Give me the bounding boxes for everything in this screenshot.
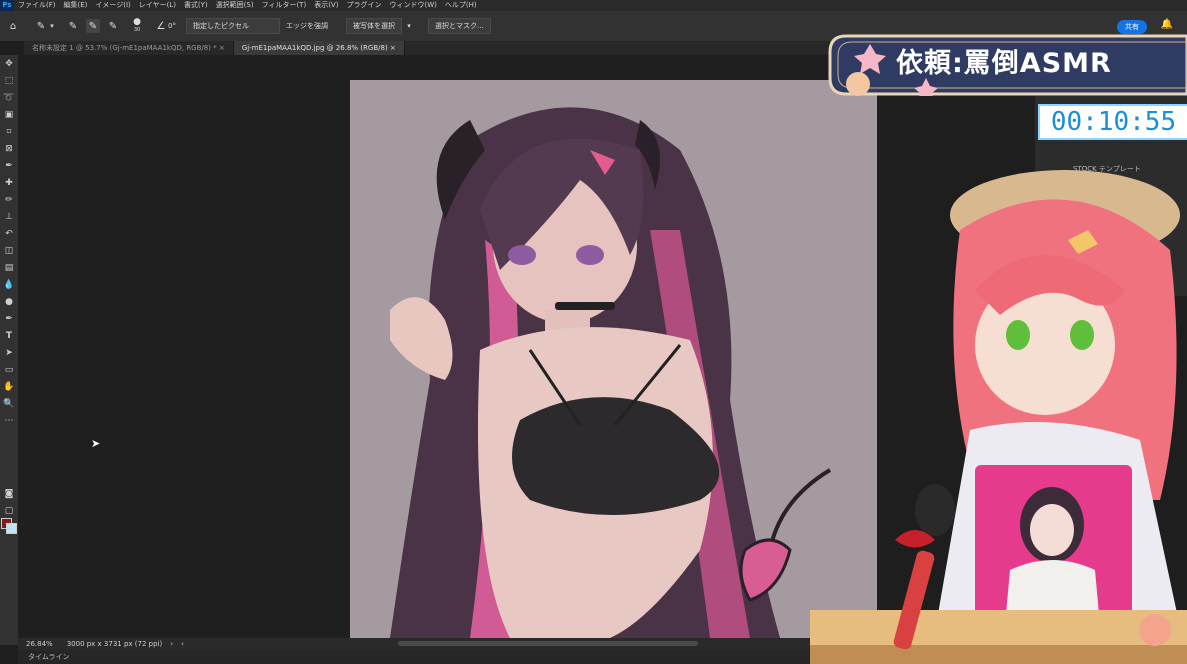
screen-mode-icon[interactable]: ▢: [0, 502, 18, 519]
menu-layer[interactable]: レイヤー(L): [135, 0, 180, 11]
mouse-cursor-icon: ➤: [91, 437, 101, 450]
path-select-tool-icon[interactable]: ➤: [0, 344, 18, 361]
menu-view[interactable]: 表示(V): [310, 0, 342, 11]
share-button[interactable]: 共有: [1117, 20, 1147, 34]
select-and-mask-button[interactable]: 選択とマスク...: [427, 18, 491, 34]
tab-image-jpg[interactable]: Gj-mE1paMAA1kQD.jpg @ 26.8% (RGB/8) ×: [233, 41, 405, 55]
eraser-tool-icon[interactable]: ◫: [0, 242, 18, 259]
tab-untitled-1[interactable]: 名称未設定 1 @ 53.7% (Gj-mE1paMAA1kQD, RGB/8)…: [24, 41, 234, 55]
scroll-left-icon[interactable]: ‹: [181, 640, 184, 648]
brush-tool-icon[interactable]: ✏: [0, 191, 18, 208]
add-to-selection-icon[interactable]: ✎: [86, 19, 100, 33]
home-icon[interactable]: ⌂: [6, 19, 20, 33]
brush-size-icon[interactable]: ● 30: [130, 18, 144, 34]
document-dimensions: 3000 px x 3731 px (72 ppi): [66, 640, 163, 648]
frame-tool-icon[interactable]: ⊠: [0, 140, 18, 157]
zoom-tool-icon[interactable]: 🔍: [0, 395, 18, 412]
menu-select[interactable]: 選択範囲(S): [212, 0, 258, 11]
edit-toolbar-icon[interactable]: ⋯: [0, 412, 18, 429]
object-select-tool-icon[interactable]: ▣: [0, 106, 18, 123]
chevron-down-icon[interactable]: ▾: [48, 19, 56, 33]
tools-panel: ✥ ⬚ ➰ ▣ ⌗ ⊠ ✒ ✚ ✏ ⊥ ↶ ◫ ▤ 💧 ● ✒ T ➤ ▭ ✋ …: [0, 55, 18, 645]
eyedropper-tool-icon[interactable]: ✒: [0, 157, 18, 174]
stream-timer: 00:10:55: [1038, 104, 1187, 140]
lasso-tool-icon[interactable]: ➰: [0, 89, 18, 106]
menu-window[interactable]: ウィンドウ(W): [385, 0, 440, 11]
angle-value[interactable]: 0°: [168, 22, 176, 30]
blur-tool-icon[interactable]: 💧: [0, 276, 18, 293]
stream-title: 依頼:罵倒ASMR: [896, 48, 1112, 79]
menu-filter[interactable]: フィルター(T): [258, 0, 311, 11]
bell-icon[interactable]: 🔔: [1161, 19, 1173, 30]
menu-edit[interactable]: 編集(E): [60, 0, 92, 11]
angle-icon: ∠: [156, 20, 166, 32]
enhance-edge-checkbox[interactable]: エッジを強調: [286, 21, 328, 31]
menu-image[interactable]: イメージ(I): [91, 0, 134, 11]
quick-select-tool-icon[interactable]: ✎: [34, 19, 48, 33]
brush-size-value: 30: [133, 27, 141, 33]
gradient-tool-icon[interactable]: ▤: [0, 259, 18, 276]
new-selection-icon[interactable]: ✎: [66, 19, 80, 33]
tab-label: 名称未設定 1 @ 53.7% (Gj-mE1paMAA1kQD, RGB/8)…: [32, 44, 217, 52]
quick-mask-icon[interactable]: ◙: [0, 485, 18, 502]
stamp-tool-icon[interactable]: ⊥: [0, 208, 18, 225]
sample-mode-select[interactable]: 指定したピクセル: [185, 18, 280, 34]
timeline-panel-tab[interactable]: タイムライン: [18, 650, 834, 664]
dodge-tool-icon[interactable]: ●: [0, 293, 18, 310]
crop-tool-icon[interactable]: ⌗: [0, 123, 18, 140]
history-brush-tool-icon[interactable]: ↶: [0, 225, 18, 242]
share-icon[interactable]: ⧉: [0, 519, 18, 536]
chevron-down-icon[interactable]: ▾: [404, 19, 414, 33]
photoshop-logo-icon: Ps: [0, 0, 14, 11]
type-tool-icon[interactable]: T: [0, 327, 18, 344]
menu-file[interactable]: ファイル(F): [14, 0, 60, 11]
close-icon[interactable]: ×: [219, 44, 225, 52]
hand-tool-icon[interactable]: ✋: [0, 378, 18, 395]
subtract-selection-icon[interactable]: ✎: [106, 19, 120, 33]
document-tabs: 名称未設定 1 @ 53.7% (Gj-mE1paMAA1kQD, RGB/8)…: [24, 41, 834, 55]
document-canvas[interactable]: [350, 80, 877, 638]
menu-plugins[interactable]: プラグイン: [342, 0, 385, 11]
close-icon[interactable]: ×: [390, 44, 396, 52]
menu-bar: Ps ファイル(F) 編集(E) イメージ(I) レイヤー(L) 書式(Y) 選…: [0, 0, 1187, 11]
menu-help[interactable]: ヘルプ(H): [441, 0, 481, 11]
healing-brush-tool-icon[interactable]: ✚: [0, 174, 18, 191]
chevron-right-icon[interactable]: ›: [170, 640, 173, 648]
move-tool-icon[interactable]: ✥: [0, 55, 18, 72]
marquee-tool-icon[interactable]: ⬚: [0, 72, 18, 89]
illustration-image: [350, 80, 877, 638]
vtuber-avatar: [810, 170, 1187, 664]
zoom-level[interactable]: 26.84%: [26, 640, 53, 648]
pen-tool-icon[interactable]: ✒: [0, 310, 18, 327]
tab-label: Gj-mE1paMAA1kQD.jpg @ 26.8% (RGB/8): [241, 44, 388, 52]
horizontal-scrollbar[interactable]: [398, 641, 698, 646]
select-subject-button[interactable]: 被写体を選択: [345, 18, 402, 34]
menu-type[interactable]: 書式(Y): [180, 0, 212, 11]
status-bar: 26.84% 3000 px x 3731 px (72 ppi) › ‹: [18, 638, 834, 650]
shape-tool-icon[interactable]: ▭: [0, 361, 18, 378]
